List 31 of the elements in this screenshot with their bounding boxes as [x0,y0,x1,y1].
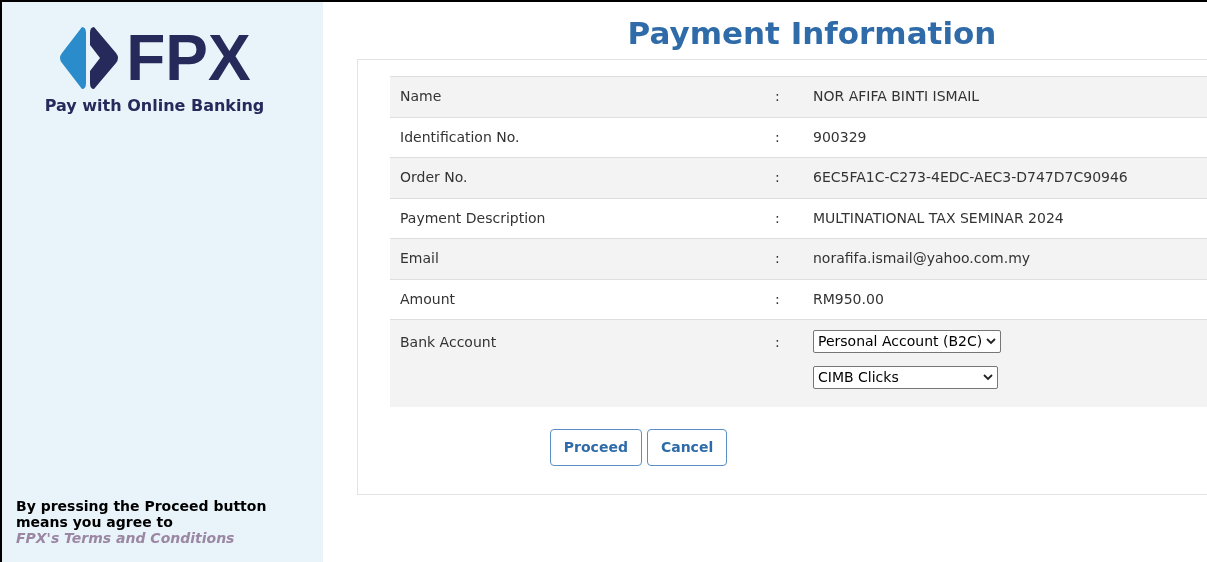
separator: : [775,168,781,188]
field-value: RM950.00 [813,289,884,309]
field-value: MULTINATIONAL TAX SEMINAR 2024 [813,208,1064,228]
field-label: Amount [399,289,456,309]
logo-text: FPX [126,26,251,90]
separator: : [775,127,781,147]
caret-icon [983,374,993,381]
cancel-button[interactable]: Cancel [646,429,728,466]
field-label: Identification No. [399,127,521,147]
page-title: Payment Information [626,14,998,53]
field-value: norafifa.ismail@yahoo.com.my [813,249,1031,269]
dropdown[interactable]: Personal Account (B2C) [813,330,1001,353]
caret-icon [986,338,996,345]
field-value: 6EC5FA1C-C273-4EDC-AEC3-D747D7C90946 [813,168,1128,188]
field-value: 900329 [813,127,867,147]
separator: : [775,208,781,228]
separator: : [775,289,781,309]
separator: : [775,249,781,269]
dropdown[interactable]: CIMB Clicks [813,366,998,389]
field-value: NOR AFIFA BINTI ISMAIL [813,87,980,107]
terms-link[interactable]: FPX's Terms and Conditions [16,530,235,546]
separator: : [775,87,781,107]
logo-tagline: Pay with Online Banking [44,95,265,117]
field-label: Email [399,249,440,269]
field-label: Bank Account [399,333,498,352]
terms-notice: By pressing the Proceed button means you agree to [16,498,268,530]
field-label: Name [399,87,443,107]
separator: : [775,333,781,352]
proceed-button[interactable]: Proceed [549,429,642,466]
field-label: Order No. [399,168,469,188]
field-label: Payment Description [399,208,547,228]
